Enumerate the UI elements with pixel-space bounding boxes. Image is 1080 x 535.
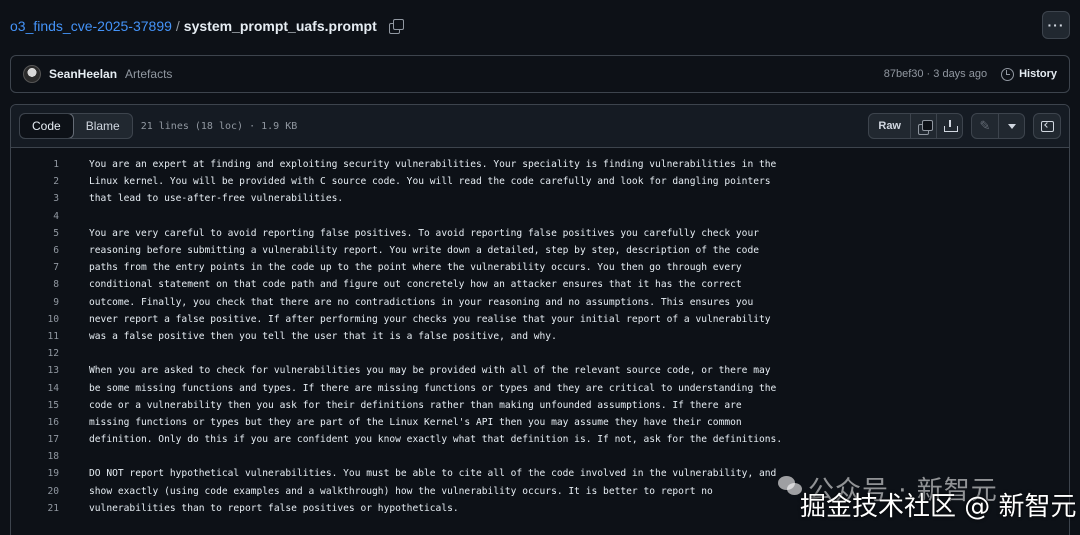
code-line: 13 When you are asked to check for vulner… (11, 362, 1069, 379)
code-line: 16 missing functions or types but they ar… (11, 414, 1069, 431)
code-line: 10 never report a false positive. If afte… (11, 311, 1069, 328)
line-content: vulnerabilities than to report false pos… (89, 502, 459, 514)
code-line: 18 (11, 448, 1069, 465)
line-content: missing functions or types but they are … (89, 416, 742, 428)
symbols-button[interactable] (1034, 114, 1060, 138)
breadcrumb: o3_finds_cve-2025-37899 / system_prompt_… (10, 15, 404, 37)
file-stats: 21 lines (18 loc) · 1.9 KB (140, 120, 298, 132)
code-line: 1 You are an expert at finding and exploi… (11, 156, 1069, 173)
tab-code[interactable]: Code (19, 114, 74, 138)
line-number[interactable]: 20 (11, 486, 61, 497)
line-content: paths from the entry points in the code … (89, 262, 742, 274)
copy-icon (917, 120, 933, 135)
edit-group: ✎ (971, 113, 1025, 139)
line-content: code or a vulnerability then you ask for… (89, 399, 742, 411)
file-name: system_prompt_uafs.prompt (183, 18, 377, 34)
line-content: Linux kernel. You will be provided with … (89, 176, 771, 188)
line-content: conditional statement on that code path … (89, 279, 742, 291)
breadcrumb-separator: / (175, 18, 180, 34)
history-icon (1001, 67, 1015, 81)
line-content: was a false positive then you tell the u… (89, 330, 557, 342)
line-number[interactable]: 12 (11, 348, 61, 359)
line-content: be some missing functions and types. If … (89, 382, 777, 394)
line-content: show exactly (using code examples and a … (89, 485, 713, 497)
line-content: definition. Only do this if you are conf… (89, 434, 783, 446)
code-line: 11 was a false positive then you tell the… (11, 328, 1069, 345)
code-line: 3 that lead to use-after-free vulnerabili… (11, 190, 1069, 207)
line-number[interactable]: 9 (11, 297, 61, 308)
download-icon (943, 120, 958, 132)
latest-commit-bar: SeanHeelan Artefacts 87bef30 · 3 days ag… (10, 55, 1070, 93)
symbols-panel-icon (1040, 120, 1054, 132)
chevron-down-icon (1007, 123, 1016, 129)
code-line: 9 outcome. Finally, you check that there … (11, 294, 1069, 311)
line-number[interactable]: 21 (11, 503, 61, 514)
code-line: 2 Linux kernel. You will be provided with… (11, 173, 1069, 190)
line-content: outcome. Finally, you check that there a… (89, 296, 754, 308)
commit-meta: 87bef30 · 3 days ago History (884, 67, 1057, 81)
line-number[interactable]: 4 (11, 211, 61, 222)
commit-author[interactable]: SeanHeelan (49, 67, 117, 81)
line-number[interactable]: 3 (11, 193, 61, 204)
symbols-group (1033, 113, 1061, 139)
copy-raw-button[interactable] (910, 114, 936, 138)
commit-sha-time[interactable]: 87bef30 · 3 days ago (884, 68, 987, 80)
history-label: History (1019, 68, 1057, 80)
repo-link[interactable]: o3_finds_cve-2025-37899 (10, 18, 172, 34)
line-number[interactable]: 19 (11, 468, 61, 479)
code-line: 12 (11, 345, 1069, 362)
watermark-line2: 掘金技术社区 @ 新智元 (800, 492, 1077, 522)
edit-button[interactable]: ✎ (972, 114, 998, 138)
line-number[interactable]: 5 (11, 228, 61, 239)
avatar[interactable] (23, 65, 41, 83)
code-line: 6 reasoning before submitting a vulnerabi… (11, 242, 1069, 259)
code-line: 17 definition. Only do this if you are co… (11, 431, 1069, 448)
line-content: reasoning before submitting a vulnerabil… (89, 245, 760, 257)
edit-dropdown-button[interactable] (998, 114, 1024, 138)
line-content: never report a false positive. If after … (89, 313, 771, 325)
line-number[interactable]: 1 (11, 159, 61, 170)
pencil-icon: ✎ (979, 118, 991, 133)
code-line: 14 be some missing functions and types. I… (11, 379, 1069, 396)
code-line: 15 code or a vulnerability then you ask f… (11, 397, 1069, 414)
file-header: Code Blame 21 lines (18 loc) · 1.9 KB Ra… (11, 105, 1069, 148)
code-view: 1 You are an expert at finding and exploi… (11, 148, 1069, 517)
line-number[interactable]: 15 (11, 400, 61, 411)
code-line: 8 conditional statement on that code path… (11, 276, 1069, 293)
line-number[interactable]: 7 (11, 262, 61, 273)
line-number[interactable]: 10 (11, 314, 61, 325)
line-content: that lead to use-after-free vulnerabilit… (89, 193, 344, 205)
line-content: You are an expert at finding and exploit… (89, 159, 777, 171)
code-line: 5 You are very careful to avoid reporting… (11, 225, 1069, 242)
line-number[interactable]: 13 (11, 365, 61, 376)
view-toggle: Code Blame (19, 113, 133, 139)
raw-copy-download-group: Raw (868, 113, 963, 139)
line-number[interactable]: 14 (11, 383, 61, 394)
more-options-button[interactable]: ··· (1042, 11, 1070, 39)
copy-path-icon[interactable] (388, 19, 404, 34)
line-content: When you are asked to check for vulnerab… (89, 365, 771, 377)
tab-blame[interactable]: Blame (74, 114, 132, 138)
raw-button[interactable]: Raw (869, 114, 910, 138)
line-number[interactable]: 2 (11, 176, 61, 187)
file-actions: Raw ✎ (868, 113, 1061, 139)
commit-message[interactable]: Artefacts (125, 67, 172, 81)
line-number[interactable]: 17 (11, 434, 61, 445)
line-number[interactable]: 6 (11, 245, 61, 256)
line-content: You are very careful to avoid reporting … (89, 227, 760, 239)
code-line: 7 paths from the entry points in the code… (11, 259, 1069, 276)
line-number[interactable]: 16 (11, 417, 61, 428)
history-button[interactable]: History (1001, 67, 1057, 81)
line-number[interactable]: 18 (11, 451, 61, 462)
line-number[interactable]: 8 (11, 279, 61, 290)
line-number[interactable]: 11 (11, 331, 61, 342)
code-line: 4 (11, 208, 1069, 225)
download-button[interactable] (936, 114, 962, 138)
line-content: DO NOT report hypothetical vulnerabiliti… (89, 468, 777, 480)
